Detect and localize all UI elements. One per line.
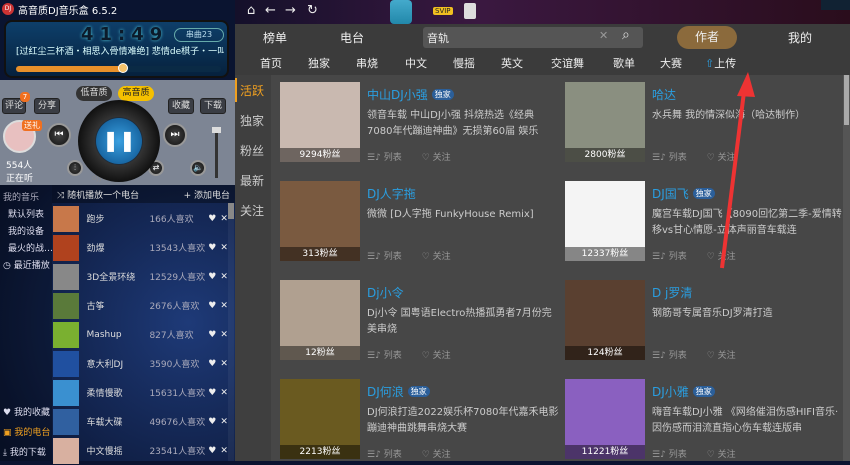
annotation-arrow <box>720 72 755 269</box>
